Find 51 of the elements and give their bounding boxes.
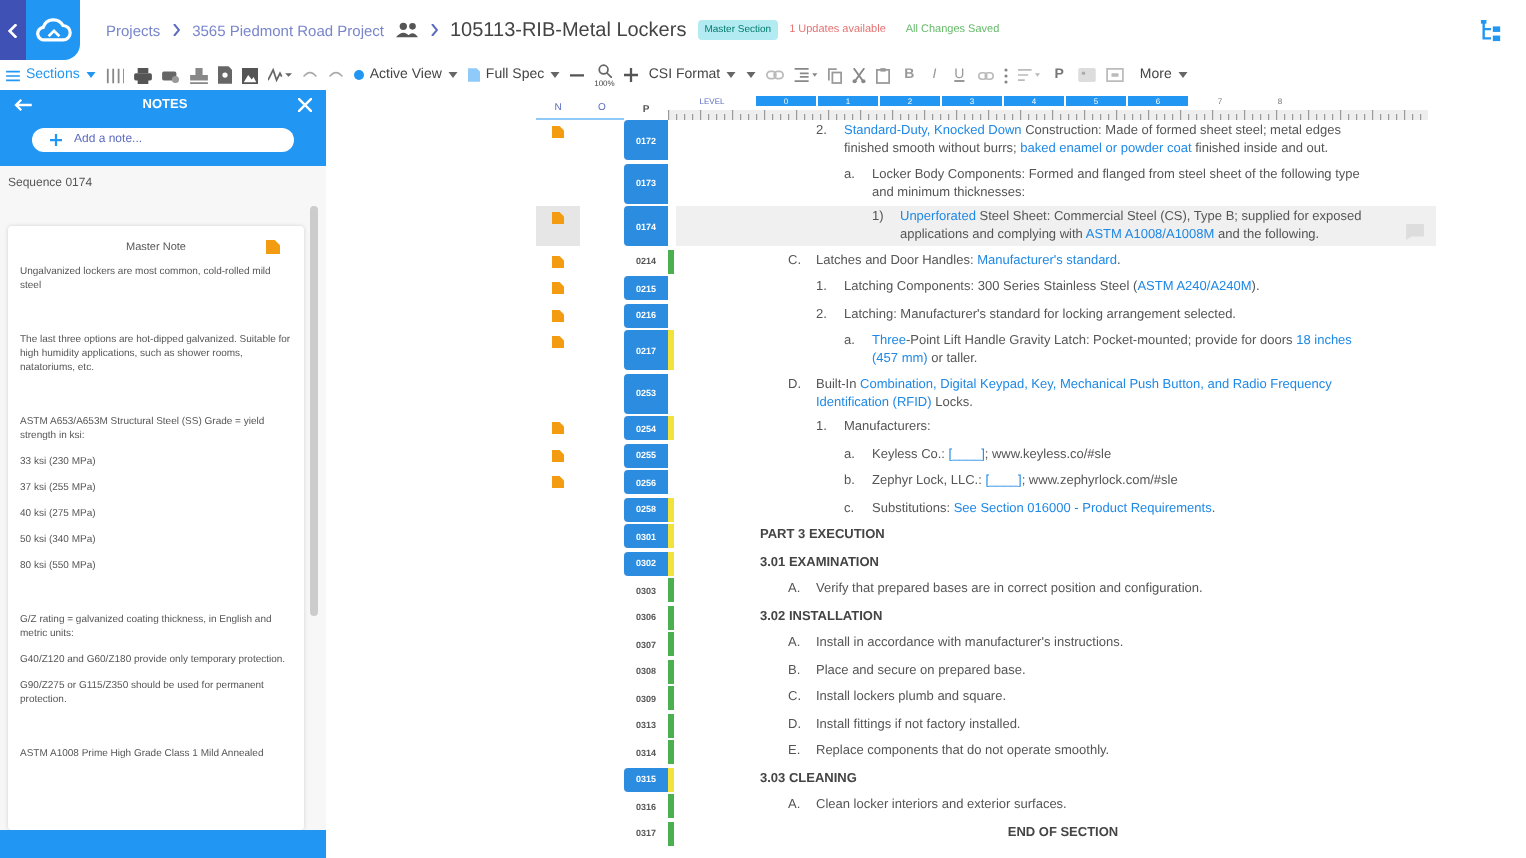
undo-icon[interactable] <box>301 70 318 80</box>
chevron-right-icon <box>172 24 181 36</box>
list-format-icon[interactable] <box>1018 68 1041 82</box>
columns-icon[interactable] <box>105 67 124 83</box>
minus-icon[interactable] <box>570 73 585 77</box>
cut-icon[interactable] <box>852 67 867 83</box>
chevron-right-icon <box>430 24 438 36</box>
hierarchy-icon[interactable] <box>1480 19 1502 41</box>
cloud-icon <box>35 18 71 42</box>
link-icon[interactable] <box>766 70 785 80</box>
print-preview-icon[interactable] <box>161 67 180 83</box>
note-icon[interactable] <box>552 476 564 488</box>
caret-icon <box>447 72 458 78</box>
back-arrow-icon[interactable] <box>14 98 32 112</box>
caret-icon <box>85 72 96 78</box>
copy-icon[interactable] <box>828 67 843 83</box>
close-icon[interactable] <box>298 98 312 112</box>
magnifier-icon <box>597 63 612 77</box>
note-icon[interactable] <box>552 282 564 294</box>
signature-icon[interactable] <box>267 68 292 82</box>
document-icon <box>467 68 480 82</box>
note-icon[interactable] <box>552 449 564 461</box>
note-icon[interactable] <box>552 309 564 321</box>
list-icon <box>6 69 20 81</box>
note-icon[interactable] <box>266 240 280 254</box>
print-icon[interactable] <box>133 67 152 83</box>
note-icon[interactable] <box>552 126 564 138</box>
caret-icon <box>550 72 561 78</box>
stamp-icon[interactable] <box>189 67 208 83</box>
link-icon[interactable] <box>978 71 995 79</box>
note-icon[interactable] <box>552 422 564 434</box>
note-icon[interactable] <box>552 255 564 267</box>
more-vertical-icon[interactable] <box>1004 67 1009 83</box>
redo-icon[interactable] <box>327 70 344 80</box>
scrollbar-thumb[interactable] <box>310 206 318 616</box>
note-icon[interactable] <box>552 336 564 348</box>
hover-cell-highlight[interactable] <box>536 206 580 246</box>
note-icon[interactable] <box>552 212 564 224</box>
back-chevron-icon[interactable] <box>8 23 18 37</box>
caret-icon <box>1177 72 1188 78</box>
dot-icon <box>353 70 364 80</box>
paste-icon[interactable] <box>876 67 891 83</box>
plus-icon[interactable] <box>50 134 62 146</box>
document-title: 105113-RIB-Metal Lockers <box>450 19 687 41</box>
document-icon[interactable] <box>217 66 232 84</box>
table-icon[interactable] <box>1105 68 1124 82</box>
indent-icon[interactable] <box>794 68 819 82</box>
app-logo[interactable] <box>0 0 80 60</box>
plus-icon[interactable] <box>624 68 639 82</box>
people-icon[interactable] <box>396 22 418 38</box>
image-icon[interactable] <box>241 67 258 83</box>
